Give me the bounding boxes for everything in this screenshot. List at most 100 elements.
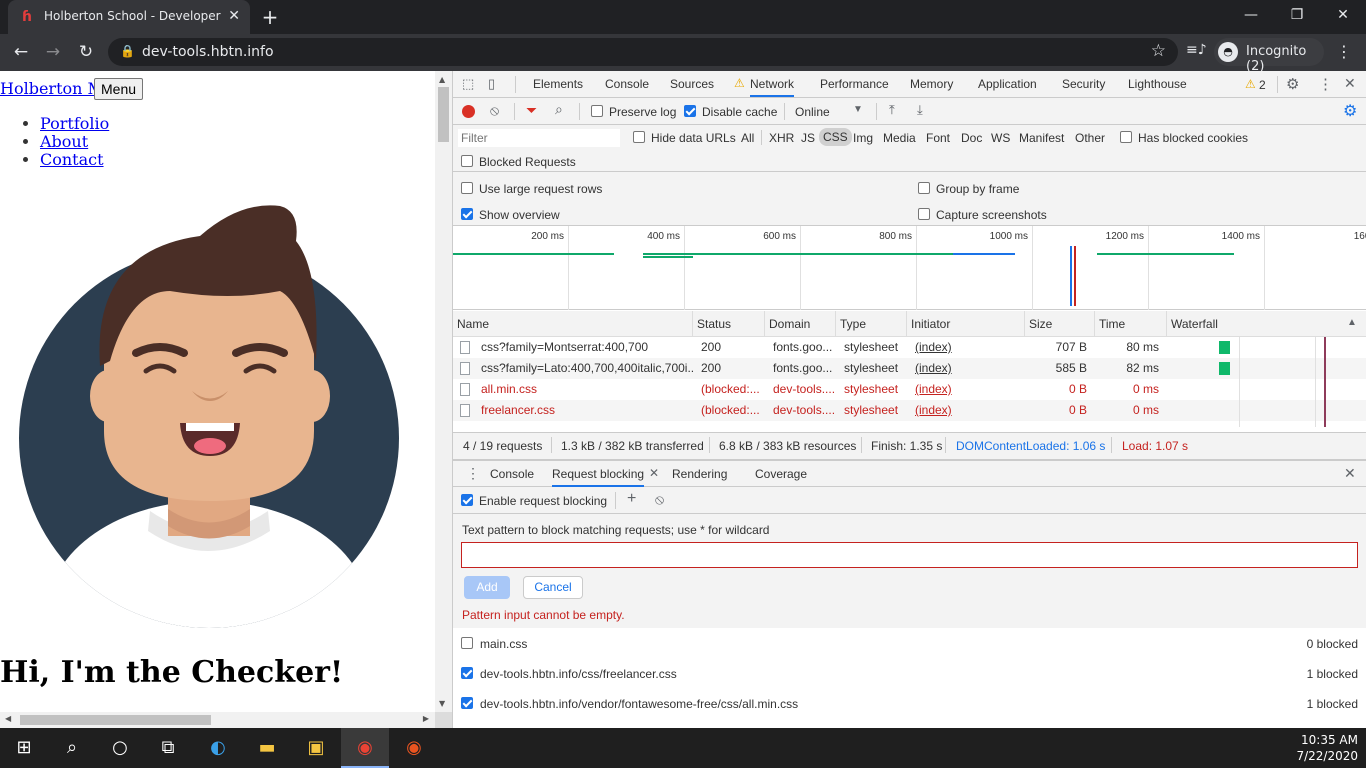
list-item[interactable]: dev-tools.hbtn.info/css/freelancer.css 1 … [453, 658, 1366, 688]
network-settings-gear-icon[interactable]: ⚙ [1343, 101, 1357, 121]
filter-type-manifest[interactable]: Manifest [1019, 131, 1064, 145]
capture-screenshots-label[interactable]: Capture screenshots [936, 208, 1047, 222]
cell-initiator[interactable]: (index) [911, 358, 1025, 379]
scroll-thumb[interactable] [20, 715, 211, 725]
list-item[interactable]: main.css 0 blocked [453, 628, 1366, 658]
large-rows-label[interactable]: Use large request rows [479, 182, 602, 196]
settings-gear-icon[interactable]: ⚙ [1286, 75, 1299, 93]
column-header-time[interactable]: Time [1095, 311, 1167, 337]
file-explorer-icon[interactable]: ▬ [243, 728, 291, 768]
tab-console[interactable]: Console [605, 71, 649, 97]
tab-sources[interactable]: Sources [670, 71, 714, 97]
has-blocked-cookies-label[interactable]: Has blocked cookies [1138, 131, 1248, 145]
column-header-type[interactable]: Type [836, 311, 907, 337]
pattern-checkbox[interactable] [461, 697, 473, 709]
search-icon[interactable]: ⌕ [48, 728, 96, 768]
media-controls-icon[interactable]: ≡♪ [1186, 42, 1207, 58]
filter-type-js[interactable]: JS [801, 131, 815, 145]
tab-application[interactable]: Application [978, 71, 1037, 97]
filter-type-all[interactable]: All [741, 131, 754, 145]
blocked-requests-label[interactable]: Blocked Requests [479, 155, 576, 169]
export-har-icon[interactable]: ⤓ [917, 102, 923, 118]
table-row[interactable]: css?family=Montserrat:400,700 200 fonts.go… [453, 337, 1366, 358]
pattern-input[interactable] [461, 542, 1358, 568]
hide-data-urls-checkbox[interactable] [633, 131, 645, 143]
windows-start-icon[interactable]: ⊞ [0, 728, 48, 768]
scroll-left-arrow-icon[interactable]: ◀ [5, 714, 11, 723]
drawer-tab-coverage[interactable]: Coverage [755, 461, 807, 487]
drawer-tab-rendering[interactable]: Rendering [672, 461, 727, 487]
store-icon[interactable]: ▣ [292, 728, 340, 768]
system-clock[interactable]: 10:35 AM 7/22/2020 [1296, 732, 1358, 764]
column-header-name[interactable]: Name [453, 311, 693, 337]
capture-screenshots-checkbox[interactable] [918, 208, 930, 220]
filter-type-xhr[interactable]: XHR [769, 131, 794, 145]
search-icon[interactable]: ⌕ [555, 101, 563, 118]
disable-cache-label[interactable]: Disable cache [702, 105, 777, 119]
table-row[interactable]: css?family=Lato:400,700,400italic,700i..… [453, 358, 1366, 379]
chrome-icon[interactable]: ◉ [341, 728, 389, 768]
drawer-tab-request-blocking[interactable]: Request blocking [552, 461, 645, 487]
remove-all-patterns-icon[interactable]: ⦸ [655, 491, 664, 508]
tab-performance[interactable]: Performance [820, 71, 889, 97]
show-overview-checkbox[interactable] [461, 208, 473, 220]
incognito-profile-button[interactable]: ◓ Incognito (2) [1214, 38, 1324, 74]
scroll-right-arrow-icon[interactable]: ▶ [423, 714, 429, 723]
tab-lighthouse[interactable]: Lighthouse [1128, 71, 1187, 97]
table-row[interactable]: freelancer.css (blocked:... dev-tools.... s… [453, 400, 1366, 421]
enable-blocking-label[interactable]: Enable request blocking [479, 494, 607, 508]
column-header-size[interactable]: Size [1025, 311, 1095, 337]
column-header-initiator[interactable]: Initiator [907, 311, 1025, 337]
filter-type-other[interactable]: Other [1075, 131, 1105, 145]
filter-type-css[interactable]: CSS [819, 128, 852, 146]
restore-button[interactable]: ❐ [1274, 4, 1320, 28]
reload-icon[interactable]: ↻ [75, 42, 97, 62]
browser-tab[interactable]: ɦ Holberton School - Developer to ✕ [8, 0, 250, 34]
inspect-element-icon[interactable]: ⬚ [462, 76, 474, 92]
more-options-icon[interactable]: ⋮ [1318, 75, 1333, 93]
table-row[interactable]: all.min.css (blocked:... dev-tools.... styl… [453, 379, 1366, 400]
cancel-pattern-button[interactable]: Cancel [523, 576, 583, 599]
add-pattern-button[interactable]: Add [464, 576, 510, 599]
bookmark-star-icon[interactable]: ☆ [1151, 41, 1166, 61]
close-tab-icon[interactable]: ✕ [228, 8, 240, 24]
scroll-down-arrow-icon[interactable]: ▼ [439, 699, 445, 708]
sort-ascending-icon[interactable]: ▲ [1347, 317, 1357, 328]
import-har-icon[interactable]: ⤒ [889, 102, 895, 118]
group-by-frame-checkbox[interactable] [918, 182, 930, 194]
chevron-down-icon[interactable]: ▼ [853, 104, 863, 115]
filter-type-img[interactable]: Img [853, 131, 873, 145]
cell-initiator[interactable]: (index) [911, 400, 1025, 421]
scroll-up-arrow-icon[interactable]: ▲ [439, 75, 445, 84]
throttle-select[interactable]: Online [795, 105, 830, 119]
new-tab-button[interactable]: + [258, 5, 282, 29]
pattern-checkbox[interactable] [461, 637, 473, 649]
tab-memory[interactable]: Memory [910, 71, 953, 97]
enable-blocking-checkbox[interactable] [461, 494, 473, 506]
group-by-frame-label[interactable]: Group by frame [936, 182, 1019, 196]
close-drawer-icon[interactable]: ✕ [1344, 465, 1356, 482]
warning-count[interactable]: 2 [1259, 78, 1266, 92]
has-blocked-cookies-checkbox[interactable] [1120, 131, 1132, 143]
tab-security[interactable]: Security [1062, 71, 1105, 97]
menu-button[interactable]: Menu [94, 78, 144, 100]
preserve-log-label[interactable]: Preserve log [609, 105, 676, 119]
minimize-button[interactable]: — [1228, 4, 1274, 28]
filter-type-media[interactable]: Media [883, 131, 916, 145]
warning-count-icon[interactable]: ⚠ [1245, 77, 1256, 91]
scroll-thumb[interactable] [438, 87, 449, 142]
close-drawer-tab-icon[interactable]: ✕ [649, 466, 659, 480]
preserve-log-checkbox[interactable] [591, 105, 603, 117]
url-text[interactable]: dev-tools.hbtn.info [142, 44, 274, 60]
list-item[interactable]: dev-tools.hbtn.info/vendor/fontawesome-f… [453, 688, 1366, 718]
filter-input[interactable] [458, 129, 620, 147]
forward-arrow-icon[interactable]: → [42, 42, 64, 62]
nav-link-portfolio[interactable]: Portfolio [40, 114, 109, 133]
blocked-requests-checkbox[interactable] [461, 155, 473, 167]
record-icon[interactable] [462, 105, 475, 118]
back-arrow-icon[interactable]: ← [10, 42, 32, 62]
column-header-status[interactable]: Status [693, 311, 765, 337]
show-overview-label[interactable]: Show overview [479, 208, 560, 222]
filter-type-ws[interactable]: WS [991, 131, 1010, 145]
close-window-button[interactable]: ✕ [1320, 4, 1366, 28]
